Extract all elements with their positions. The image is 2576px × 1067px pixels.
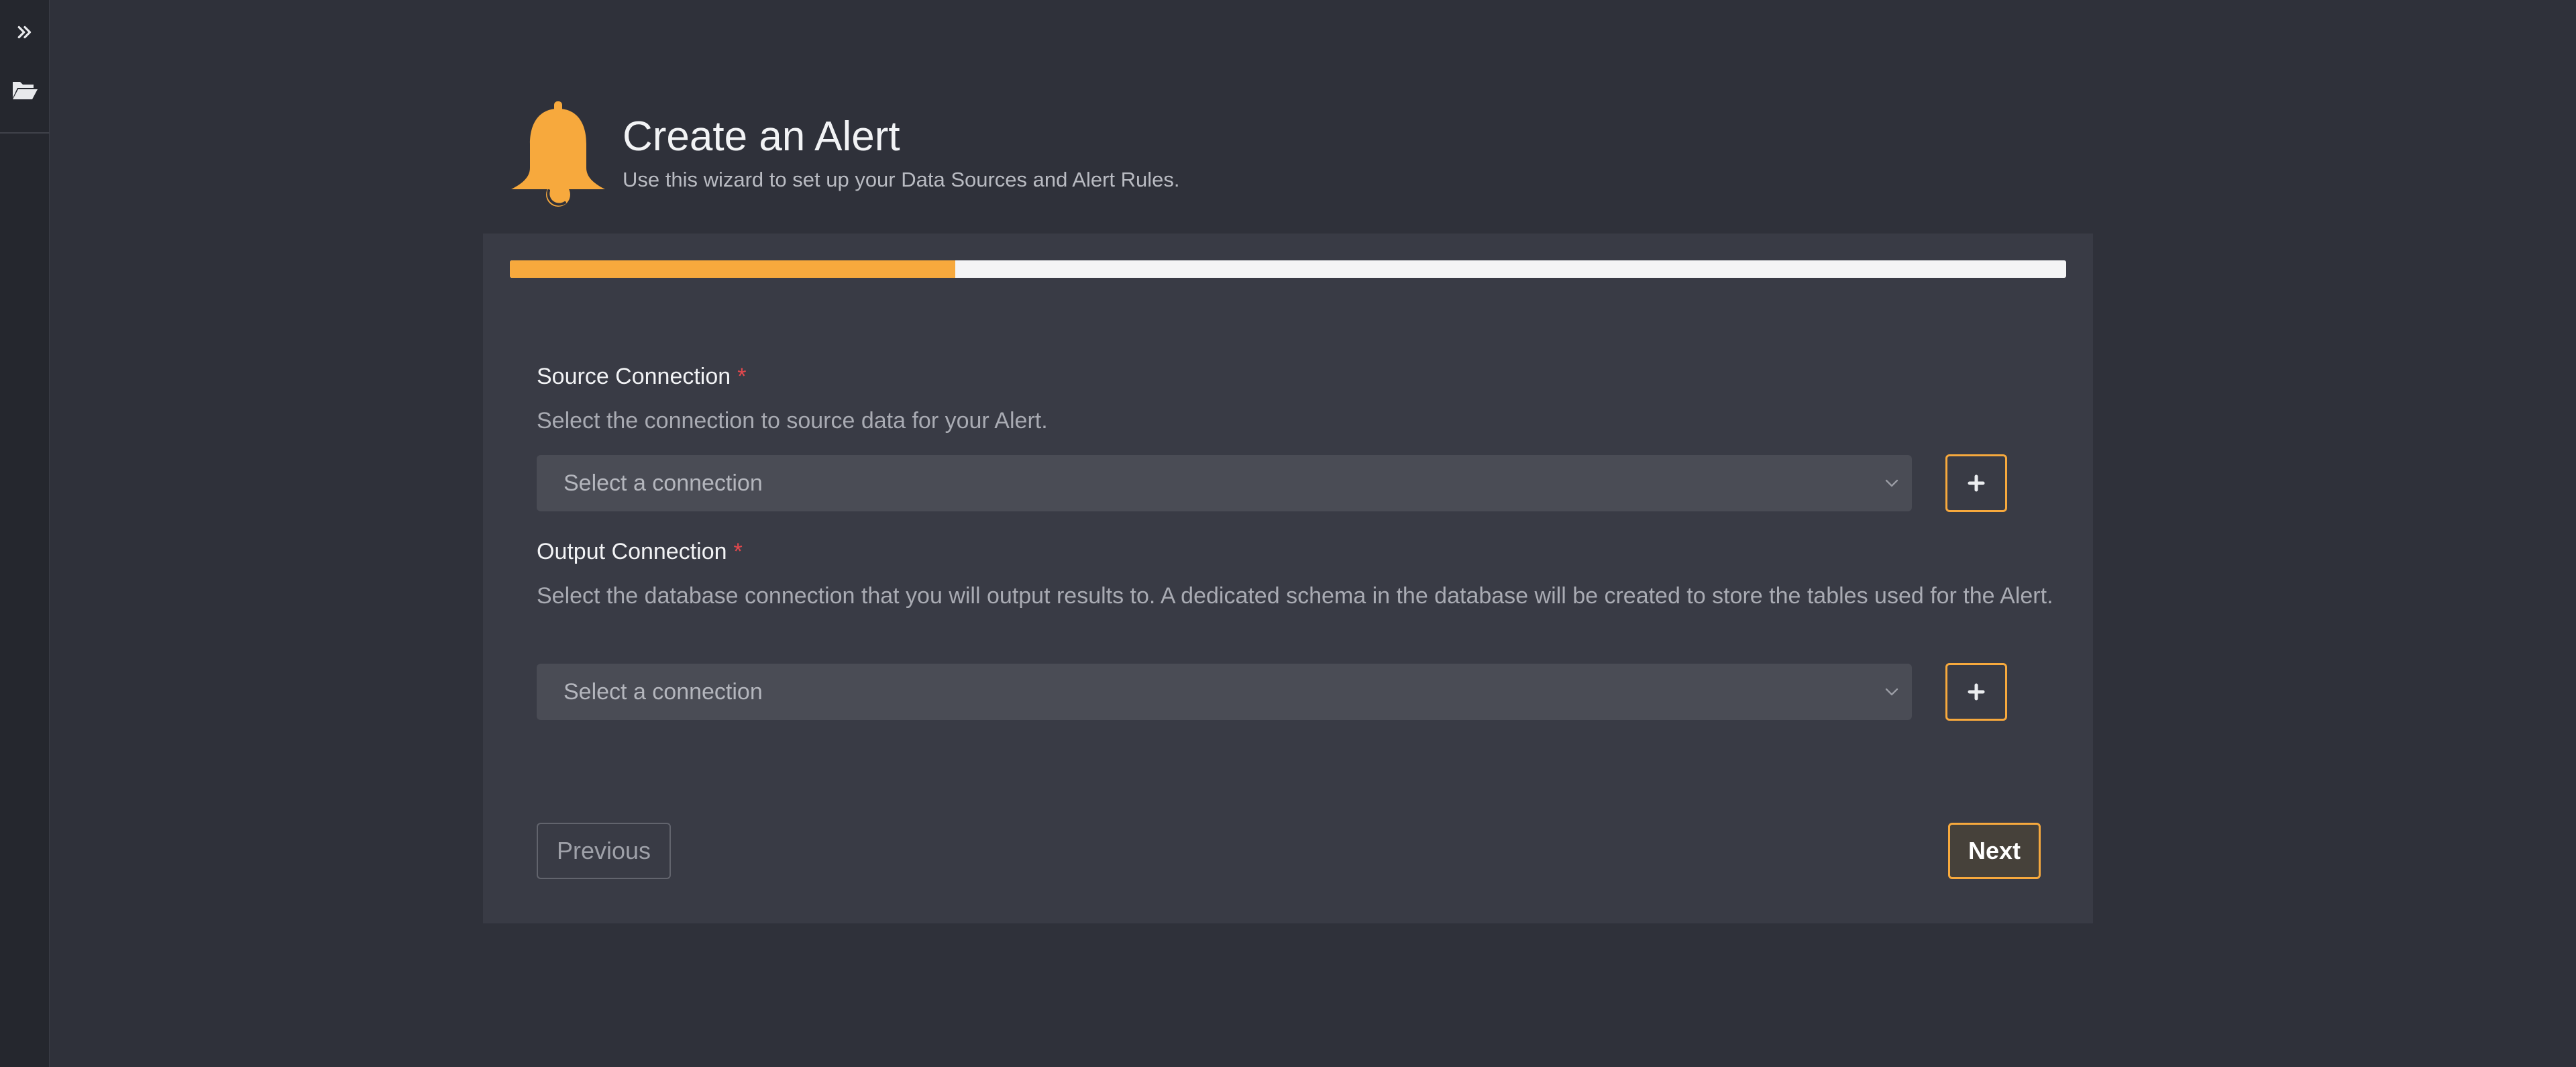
rail-divider [0,132,50,134]
double-chevron-right-icon [17,26,32,39]
required-marker: * [737,364,747,389]
previous-button[interactable]: Previous [537,823,671,879]
expand-sidebar-button[interactable] [0,5,50,59]
source-connection-placeholder: Select a connection [564,470,763,496]
source-connection-label-text: Source Connection [537,364,731,389]
left-rail [0,0,50,1067]
folder-open-icon [13,82,38,99]
source-connection-help: Select the connection to source data for… [537,408,1048,434]
open-folder-button[interactable] [0,63,50,117]
required-marker: * [733,539,743,564]
next-button[interactable]: Next [1948,823,2041,879]
add-source-connection-button[interactable] [1945,454,2007,512]
wizard-progress-bar [510,260,2066,278]
plus-icon [1968,683,1985,701]
chevron-down-icon [1885,479,1898,487]
bell-icon [511,101,605,207]
output-connection-placeholder: Select a connection [564,678,763,705]
output-connection-label: Output Connection * [537,539,743,565]
output-connection-select[interactable]: Select a connection [537,664,1912,720]
chevron-down-icon [1885,688,1898,696]
page-title: Create an Alert [623,113,900,160]
source-connection-label: Source Connection * [537,364,746,390]
page-subtitle: Use this wizard to set up your Data Sour… [623,168,1180,192]
output-connection-label-text: Output Connection [537,539,727,564]
plus-icon [1968,474,1985,492]
source-connection-select[interactable]: Select a connection [537,455,1912,511]
wizard-card: Source Connection * Select the connection… [483,234,2093,923]
output-connection-help: Select the database connection that you … [537,583,2053,609]
page-header: Create an Alert Use this wizard to set u… [507,99,1180,207]
add-output-connection-button[interactable] [1945,663,2007,721]
wizard-progress-fill [510,260,955,278]
